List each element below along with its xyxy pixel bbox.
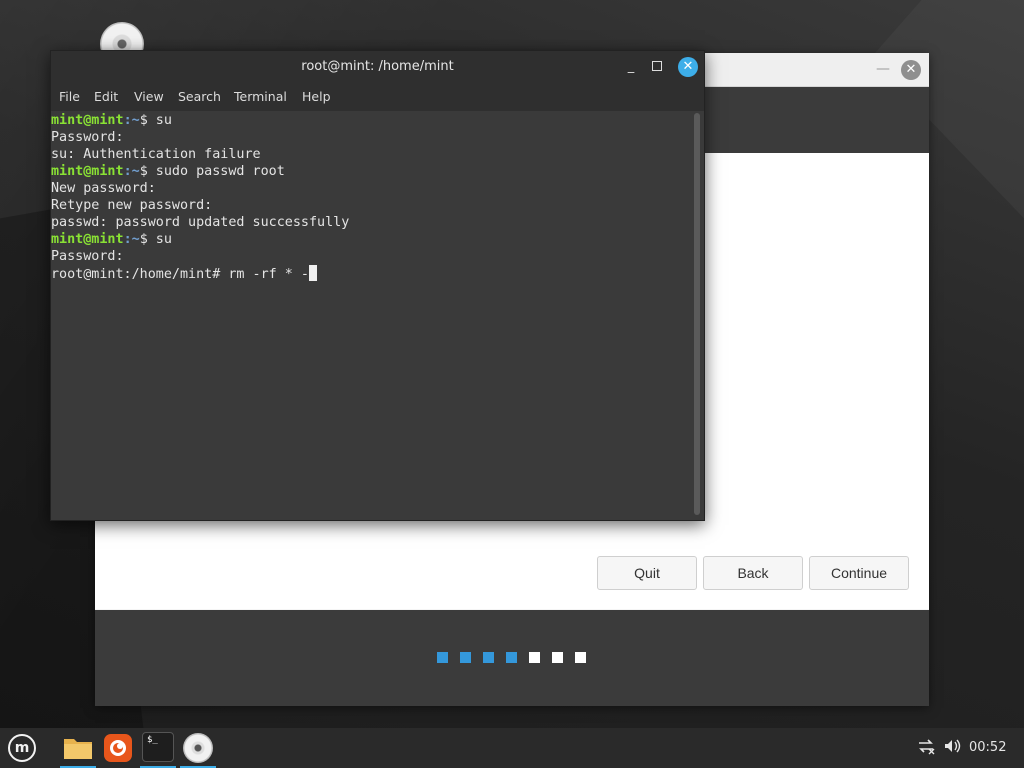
network-icon[interactable] bbox=[916, 728, 936, 768]
terminal-line: passwd: password updated successfully bbox=[51, 214, 692, 231]
output-text: Password: bbox=[51, 249, 124, 264]
menu-button[interactable]: m bbox=[2, 728, 42, 768]
close-icon[interactable]: ✕ bbox=[678, 57, 698, 77]
terminal-button[interactable]: $_ bbox=[138, 728, 178, 768]
command-text: $ su bbox=[139, 113, 172, 128]
menu-help[interactable]: Help bbox=[302, 83, 331, 111]
progress-dot bbox=[460, 652, 471, 663]
output-text: Retype new password: bbox=[51, 198, 213, 213]
folder-icon bbox=[64, 739, 92, 759]
terminal-line: New password: bbox=[51, 180, 692, 197]
output-text: New password: bbox=[51, 181, 156, 196]
mint-logo-icon: m bbox=[8, 734, 36, 762]
files-button[interactable] bbox=[58, 728, 98, 768]
terminal-line: Retype new password: bbox=[51, 197, 692, 214]
installer-footer bbox=[95, 610, 929, 706]
terminal-line: mint@mint:~$ sudo passwd root bbox=[51, 163, 692, 180]
disc-button[interactable] bbox=[178, 728, 218, 768]
output-text: root@mint:/home/mint# rm -rf * - bbox=[51, 267, 309, 282]
progress-dot bbox=[575, 652, 586, 663]
quit-button[interactable]: Quit bbox=[597, 556, 697, 590]
prompt-path: :~ bbox=[123, 164, 140, 179]
terminal-line: Password: bbox=[51, 129, 692, 146]
terminal-line: root@mint:/home/mint# rm -rf * - bbox=[51, 265, 692, 282]
terminal-window: root@mint: /home/mint _ ✕ File Edit View… bbox=[50, 50, 705, 521]
command-text: $ su bbox=[139, 232, 172, 247]
menu-file[interactable]: File bbox=[59, 83, 80, 111]
taskbar: m $_ 00:52 bbox=[0, 728, 1024, 768]
terminal-line: Password: bbox=[51, 248, 692, 265]
progress-dot bbox=[552, 652, 563, 663]
terminal-icon: $_ bbox=[142, 732, 174, 762]
disc-icon bbox=[183, 733, 213, 763]
prompt-user: mint@mint bbox=[51, 232, 124, 247]
terminal-output[interactable]: mint@mint:~$ su Password: su: Authenticati… bbox=[51, 111, 692, 520]
firefox-icon bbox=[104, 734, 132, 762]
back-button[interactable]: Back bbox=[703, 556, 803, 590]
progress-dot bbox=[506, 652, 517, 663]
terminal-line: su: Authentication failure bbox=[51, 146, 692, 163]
output-text: passwd: password updated successfully bbox=[51, 215, 350, 230]
terminal-titlebar[interactable]: root@mint: /home/mint _ ✕ bbox=[51, 51, 704, 83]
minimize-icon[interactable]: — bbox=[875, 62, 891, 78]
continue-button[interactable]: Continue bbox=[809, 556, 909, 590]
menu-terminal[interactable]: Terminal bbox=[234, 83, 287, 111]
progress-dot bbox=[437, 652, 448, 663]
firefox-button[interactable] bbox=[98, 728, 138, 768]
output-text: Password: bbox=[51, 130, 124, 145]
prompt-path: :~ bbox=[123, 232, 140, 247]
volume-icon[interactable] bbox=[942, 728, 962, 768]
close-icon[interactable]: ✕ bbox=[901, 60, 921, 80]
menu-edit[interactable]: Edit bbox=[94, 83, 118, 111]
output-text: su: Authentication failure bbox=[51, 147, 261, 162]
prompt-path: :~ bbox=[123, 113, 140, 128]
terminal-title: root@mint: /home/mint bbox=[301, 59, 454, 74]
scrollbar[interactable] bbox=[694, 113, 700, 515]
text-cursor bbox=[308, 265, 317, 281]
progress-dot bbox=[483, 652, 494, 663]
prompt-user: mint@mint bbox=[51, 164, 124, 179]
prompt-user: mint@mint bbox=[51, 113, 124, 128]
command-text: $ sudo passwd root bbox=[139, 164, 285, 179]
clock[interactable]: 00:52 bbox=[969, 728, 1006, 768]
terminal-line: mint@mint:~$ su bbox=[51, 112, 692, 129]
menu-view[interactable]: View bbox=[134, 83, 164, 111]
menu-search[interactable]: Search bbox=[178, 83, 221, 111]
terminal-menubar: File Edit View Search Terminal Help bbox=[51, 83, 704, 111]
minimize-icon[interactable]: _ bbox=[623, 59, 639, 75]
progress-dot bbox=[529, 652, 540, 663]
terminal-line: mint@mint:~$ su bbox=[51, 231, 692, 248]
maximize-icon[interactable] bbox=[652, 61, 662, 71]
